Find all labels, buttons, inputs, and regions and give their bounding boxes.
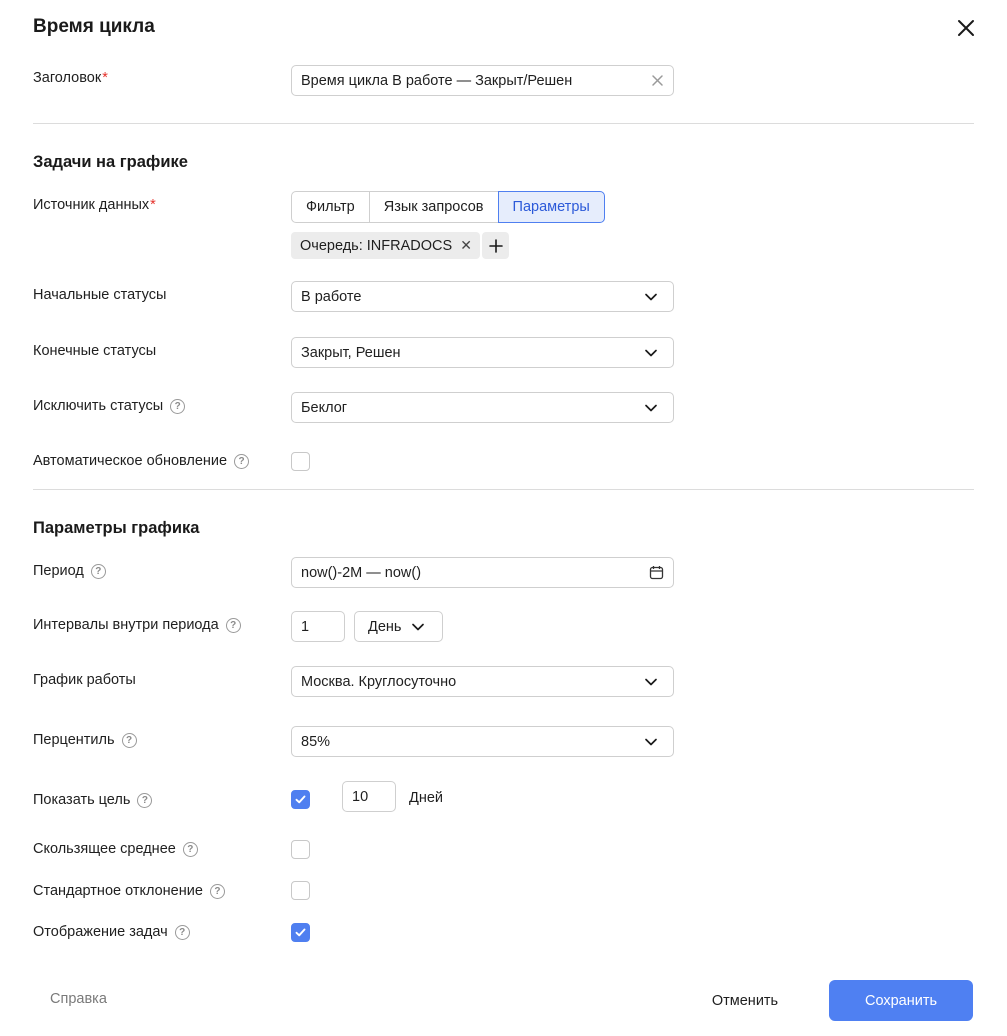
moving-average-checkbox[interactable]	[291, 840, 310, 859]
end-statuses-value: Закрыт, Решен	[301, 344, 401, 361]
required-mark: *	[150, 197, 156, 213]
help-link[interactable]: Справка	[50, 991, 107, 1007]
checkmark-icon	[295, 928, 306, 937]
schedule-label: График работы	[33, 672, 136, 688]
goal-checkbox[interactable]	[291, 790, 310, 809]
show-tasks-label: Отображение задач ?	[33, 924, 190, 940]
period-label: Период ?	[33, 563, 106, 579]
period-input[interactable]: now()-2M — now()	[291, 557, 674, 588]
divider	[33, 123, 974, 124]
tab-query-language[interactable]: Язык запросов	[368, 191, 499, 223]
start-statuses-label: Начальные статусы	[33, 287, 167, 303]
tab-parameters[interactable]: Параметры	[497, 191, 605, 223]
save-button[interactable]: Сохранить	[829, 980, 973, 1021]
std-dev-label: Стандартное отклонение ?	[33, 883, 225, 899]
exclude-statuses-select[interactable]: Беклог	[291, 392, 674, 423]
help-icon[interactable]: ?	[182, 841, 198, 857]
goal-value-input[interactable]: 10	[342, 781, 396, 812]
std-dev-checkbox[interactable]	[291, 881, 310, 900]
end-statuses-select[interactable]: Закрыт, Решен	[291, 337, 674, 368]
required-mark: *	[102, 70, 108, 86]
help-icon[interactable]: ?	[90, 563, 106, 579]
schedule-value: Москва. Круглосуточно	[301, 673, 457, 690]
exclude-statuses-value: Беклог	[301, 399, 348, 416]
queue-chip[interactable]: Очередь: INFRADOCS ✕	[291, 232, 480, 259]
chevron-down-icon	[645, 738, 657, 745]
cancel-button[interactable]: Отменить	[695, 980, 795, 1021]
schedule-select[interactable]: Москва. Круглосуточно	[291, 666, 674, 697]
intervals-count-input[interactable]: 1	[291, 611, 345, 642]
heading-value: Время цикла В работе — Закрыт/Решен	[301, 72, 573, 89]
start-statuses-value: В работе	[301, 288, 362, 305]
auto-update-checkbox[interactable]	[291, 452, 310, 471]
source-tabs: Фильтр Язык запросов Параметры	[291, 191, 605, 223]
help-icon[interactable]: ?	[225, 617, 241, 633]
intervals-unit-select[interactable]: День	[354, 611, 443, 642]
help-icon[interactable]: ?	[137, 792, 153, 808]
chevron-down-icon	[645, 293, 657, 300]
checkmark-icon	[295, 795, 306, 804]
help-icon[interactable]: ?	[234, 453, 250, 469]
goal-value: 10	[352, 788, 369, 805]
remove-chip-icon[interactable]: ✕	[460, 237, 472, 254]
intervals-count-value: 1	[301, 618, 310, 635]
heading-input[interactable]: Время цикла В работе — Закрыт/Решен	[291, 65, 674, 96]
exclude-statuses-label: Исключить статусы ?	[33, 398, 186, 414]
close-icon[interactable]	[955, 17, 977, 39]
plus-icon	[488, 238, 503, 253]
percentile-label: Перцентиль ?	[33, 732, 137, 748]
heading-label: Заголовок *	[33, 70, 108, 86]
start-statuses-select[interactable]: В работе	[291, 281, 674, 312]
clear-icon[interactable]	[651, 74, 664, 87]
section-title-tasks: Задачи на графике	[33, 153, 188, 171]
help-icon[interactable]: ?	[174, 924, 190, 940]
section-title-chart: Параметры графика	[33, 519, 200, 537]
tab-filter[interactable]: Фильтр	[291, 191, 370, 223]
help-icon[interactable]: ?	[121, 732, 137, 748]
intervals-unit-value: День	[368, 618, 402, 635]
dialog-title: Время цикла	[33, 16, 155, 37]
divider	[33, 489, 974, 490]
auto-update-label: Автоматическое обновление ?	[33, 453, 250, 469]
chevron-down-icon	[645, 349, 657, 356]
percentile-value: 85%	[301, 733, 331, 750]
show-tasks-checkbox[interactable]	[291, 923, 310, 942]
help-icon[interactable]: ?	[209, 883, 225, 899]
chevron-down-icon	[645, 678, 657, 685]
intervals-label: Интервалы внутри периода ?	[33, 617, 241, 633]
goal-label: Показать цель ?	[33, 792, 153, 808]
queue-chip-label: Очередь: INFRADOCS	[300, 237, 453, 254]
add-filter-button[interactable]	[482, 232, 509, 259]
end-statuses-label: Конечные статусы	[33, 343, 157, 359]
goal-unit: Дней	[409, 790, 443, 806]
chevron-down-icon	[645, 404, 657, 411]
chevron-down-icon	[412, 623, 425, 630]
percentile-select[interactable]: 85%	[291, 726, 674, 757]
help-icon[interactable]: ?	[170, 398, 186, 414]
period-value: now()-2M — now()	[301, 564, 422, 581]
source-label: Источник данных *	[33, 197, 156, 213]
calendar-icon[interactable]	[649, 565, 664, 580]
moving-average-label: Скользящее среднее ?	[33, 841, 198, 857]
